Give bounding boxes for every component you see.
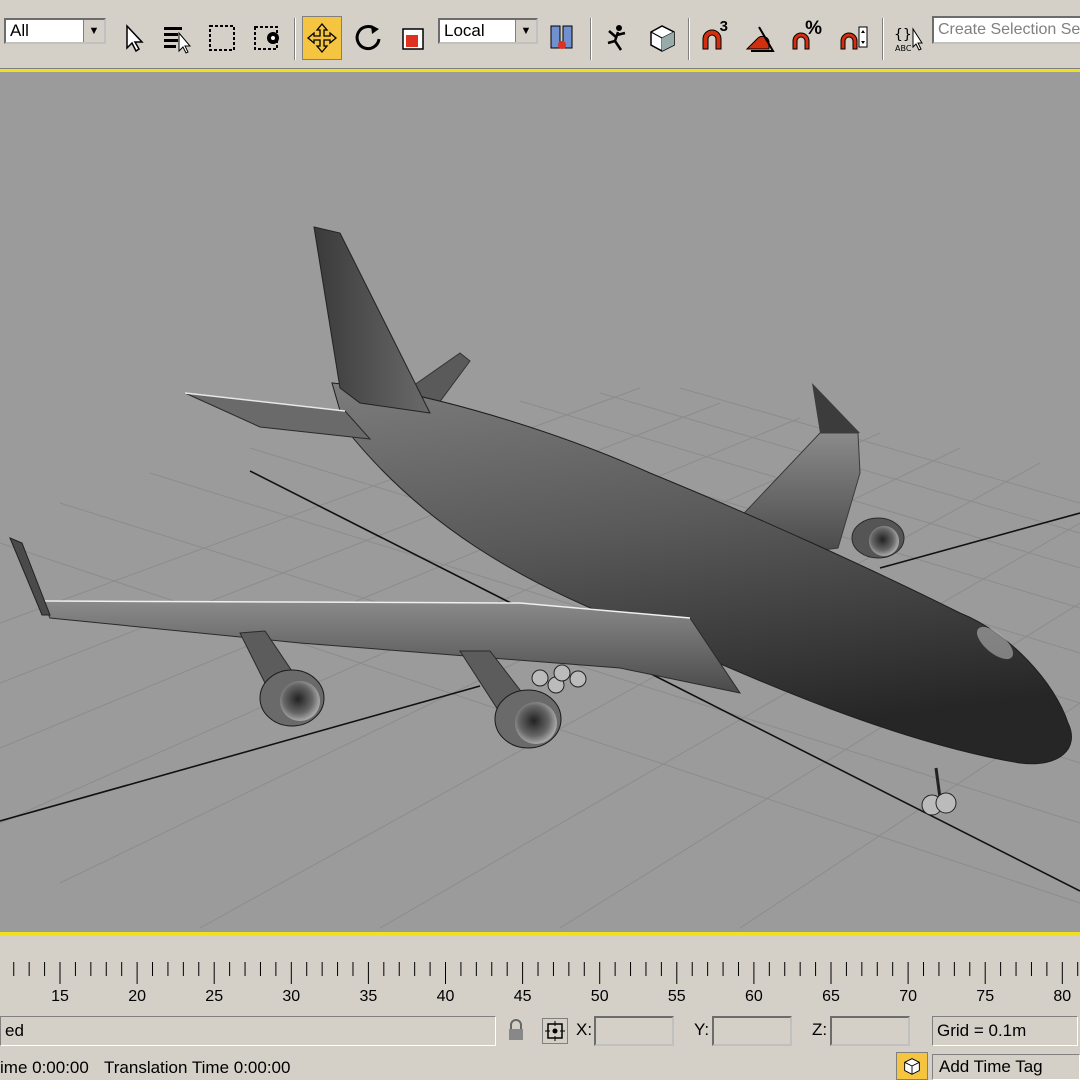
- status-bar: ed X: Y: Z: Grid = 0.1m: [0, 1014, 1080, 1048]
- pivot-center-icon: [550, 25, 573, 49]
- ruler-tick-label: 25: [205, 988, 224, 1005]
- translation-time-text: Translation Time 0:00:00: [104, 1058, 291, 1077]
- ruler-tick-label: 65: [822, 988, 840, 1005]
- reference-coordinate-dropdown[interactable]: Local ▼: [438, 18, 538, 44]
- spinner-snap-toggle-button[interactable]: [834, 16, 874, 60]
- window-crossing-button[interactable]: [248, 16, 288, 60]
- snaps-toggle-button[interactable]: 3: [694, 16, 734, 60]
- absolute-mode-toggle-icon[interactable]: [542, 1018, 568, 1044]
- z-coordinate-input[interactable]: [830, 1016, 910, 1046]
- percent-label: %: [805, 18, 822, 39]
- cube-icon: [650, 25, 675, 52]
- engine-outer: [239, 630, 325, 727]
- select-by-name-button[interactable]: [156, 16, 196, 60]
- svg-text:ABC: ABC: [895, 44, 912, 53]
- vertical-stabilizer: [313, 226, 431, 414]
- selection-filter-dropdown[interactable]: All ▼: [4, 18, 106, 44]
- selection-set-placeholder: Create Selection Set: [938, 21, 1080, 38]
- x-coordinate-label: X:: [576, 1020, 593, 1039]
- select-object-button[interactable]: [112, 16, 152, 60]
- keyboard-shortcut-override-button[interactable]: [642, 16, 682, 60]
- percent-snap-toggle-button[interactable]: %: [786, 16, 826, 60]
- add-time-tag-field[interactable]: Add Time Tag: [932, 1054, 1080, 1080]
- select-and-move-button[interactable]: [302, 16, 342, 60]
- move-arrows-icon: [306, 22, 338, 54]
- ruler-tick-label: 80: [1053, 988, 1072, 1005]
- selection-filter-value: All: [10, 21, 29, 40]
- main-landing-gear: [531, 664, 587, 694]
- svg-text:{}: {}: [894, 27, 912, 43]
- time-ruler-ticks: [13, 962, 1079, 984]
- select-by-name-icon: [164, 27, 192, 54]
- rectangular-selection-button[interactable]: [202, 16, 242, 60]
- status-prompt: ed: [0, 1016, 496, 1046]
- chevron-down-icon: ▼: [83, 20, 104, 42]
- ruler-tick-label: 75: [976, 988, 995, 1005]
- snap-dimension-label: 3: [719, 18, 728, 35]
- pivot-center-button[interactable]: [542, 16, 582, 60]
- ruler-tick-label: 40: [436, 988, 455, 1005]
- spinner-snap-icon: [840, 26, 868, 50]
- angle-snap-toggle-button[interactable]: [740, 16, 780, 60]
- rotate-icon: [355, 25, 381, 51]
- viewport-scene: [0, 226, 1080, 929]
- ruler-tick-label: 50: [590, 988, 609, 1005]
- reference-coordinate-value: Local: [444, 21, 485, 40]
- time-tag-icon[interactable]: [896, 1052, 928, 1080]
- grid-size-display: Grid = 0.1m: [932, 1016, 1078, 1046]
- x-coordinate-input[interactable]: [594, 1016, 674, 1046]
- y-coordinate-input[interactable]: [712, 1016, 792, 1046]
- fuselage: [331, 382, 1072, 765]
- chevron-down-icon: ▼: [515, 20, 536, 42]
- named-selection-icon: {}ABC: [894, 27, 923, 53]
- y-coordinate-label: Y:: [694, 1020, 710, 1039]
- lock-selection-icon[interactable]: [506, 1018, 526, 1042]
- main-toolbar: All ▼ Local ▼ 3 % {} ABC Create Selectio…: [0, 0, 1080, 69]
- select-and-scale-button[interactable]: [394, 16, 434, 60]
- manipulate-icon: [607, 25, 626, 51]
- window-crossing-icon: [254, 26, 279, 50]
- ruler-tick-label: 55: [667, 988, 686, 1005]
- ruler-tick-label: 20: [128, 988, 146, 1005]
- render-time-text: ime 0:00:00: [0, 1058, 89, 1077]
- scale-icon: [402, 28, 424, 50]
- time-ruler[interactable]: 15 20 25 30 35 40 45 50 55 60 65 70 75 80: [0, 962, 1080, 1010]
- perspective-viewport[interactable]: [0, 69, 1080, 935]
- ruler-tick-label: 70: [899, 988, 917, 1005]
- angle-snap-icon: [745, 26, 775, 52]
- ruler-tick-label: 30: [282, 988, 301, 1005]
- cursor-arrow-icon: [126, 24, 144, 53]
- edit-named-selection-button[interactable]: {} ABC: [888, 16, 928, 60]
- ruler-tick-label: 15: [51, 988, 69, 1005]
- select-and-rotate-button[interactable]: [348, 16, 388, 60]
- ruler-tick-label: 45: [513, 988, 532, 1005]
- rectangle-selection-icon: [209, 25, 235, 51]
- ruler-tick-label: 60: [744, 988, 763, 1005]
- select-and-link-button[interactable]: [596, 16, 636, 60]
- z-coordinate-label: Z:: [812, 1020, 828, 1039]
- ruler-tick-label: 35: [359, 988, 378, 1005]
- selection-set-input[interactable]: Create Selection Set: [932, 16, 1080, 44]
